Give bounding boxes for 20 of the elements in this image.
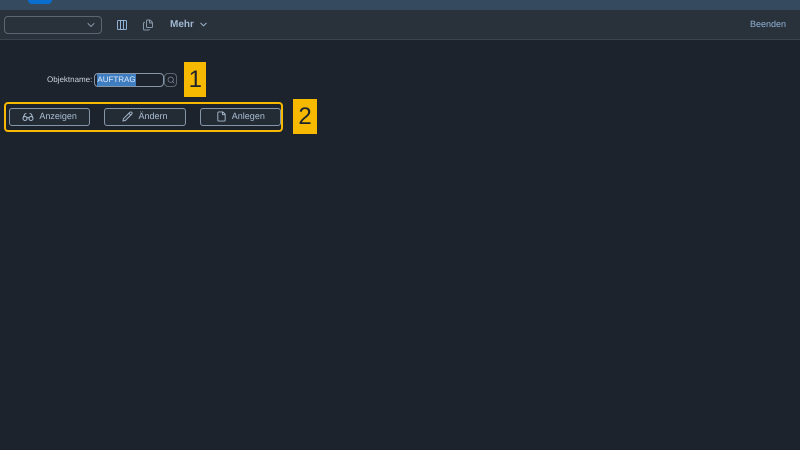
columns-icon (116, 18, 128, 30)
exit-button[interactable]: Beenden (750, 18, 786, 32)
field-label: Objektname: (47, 74, 92, 86)
callout-number: 2 (293, 99, 317, 134)
field-value: AUFTRAG (97, 74, 136, 86)
pencil-icon (122, 111, 134, 122)
toolbar-documents-button[interactable] (142, 18, 154, 30)
logo-block (28, 0, 52, 4)
action-button[interactable]: Ändern (104, 108, 186, 126)
glasses-icon (22, 110, 34, 122)
action-button[interactable]: Anzeigen (9, 108, 90, 126)
search-icon (166, 76, 175, 84)
more-menu[interactable]: Mehr (170, 17, 209, 32)
toolbar-columns-button[interactable] (116, 18, 128, 30)
callout-number: 1 (184, 62, 206, 97)
dropdown-field[interactable] (4, 16, 102, 34)
documents-icon (142, 18, 154, 30)
action-button[interactable]: Anlegen (200, 108, 281, 126)
value-help-button[interactable] (164, 72, 178, 86)
document-icon (216, 111, 227, 122)
